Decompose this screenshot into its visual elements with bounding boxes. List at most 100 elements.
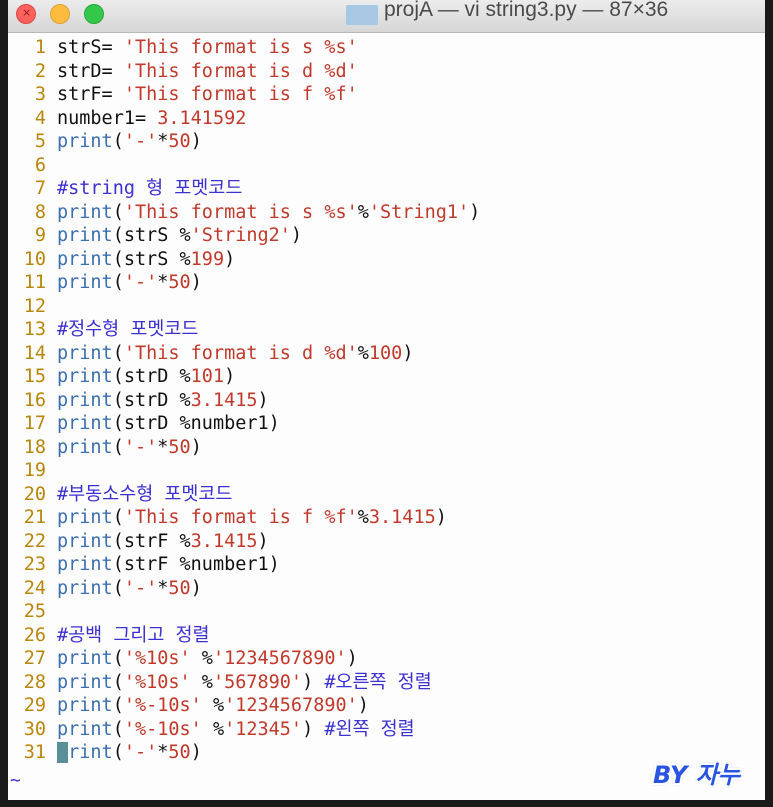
window-title: projA — vi string3.py — 87×36 (384, 0, 669, 21)
line-number: 21 (23, 507, 46, 528)
code-token: % (190, 671, 213, 693)
code-token: ) (190, 577, 202, 599)
line-number: 10 (23, 248, 46, 270)
code-token: #왼쪽 정렬 (324, 718, 415, 740)
code-text: print(strS %'String2') (57, 224, 302, 248)
line-number: 19 (23, 460, 46, 481)
code-token: ) (190, 272, 202, 293)
code-line[interactable]: 2 strD= 'This format is d %d' (8, 60, 765, 84)
close-button[interactable]: × (16, 4, 36, 24)
code-line[interactable]: 8 print('This format is s %s'%'String1') (8, 201, 765, 225)
code-token: print (57, 577, 113, 599)
code-token: ( (112, 742, 124, 763)
code-line[interactable]: 11 print('-'*50) (8, 271, 765, 295)
title-bar[interactable]: × projA — vi string3.py — 87×36 (8, 0, 765, 33)
line-number: 16 (23, 389, 46, 411)
line-number: 15 (23, 366, 46, 387)
code-text: print('%10s' %'1234567890') (57, 647, 358, 671)
code-line[interactable]: 19 (8, 459, 765, 483)
code-token: print (57, 695, 113, 716)
code-token: (strD % (112, 389, 191, 411)
text-cursor: p (57, 742, 69, 763)
code-line[interactable]: 26 #공백 그리고 정렬 (8, 624, 765, 648)
code-text: #정수형 포멧코드 (57, 318, 198, 342)
code-token: ) (190, 131, 202, 152)
code-text: strF= 'This format is f %f' (57, 83, 358, 107)
code-line[interactable]: 4 number1= 3.141592 (8, 107, 765, 131)
minimize-button[interactable] (50, 4, 70, 24)
code-token: print (57, 718, 113, 740)
code-text: print(strF %3.1415) (57, 530, 269, 554)
code-token: '-' (123, 436, 158, 458)
code-text: print('%-10s' %'12345') #왼쪽 정렬 (57, 718, 415, 742)
code-line[interactable]: 31 print('-'*50) (8, 741, 765, 765)
code-text: print('This format is s %s'%'String1') (57, 201, 480, 225)
line-number: 28 (23, 671, 46, 693)
code-token: print (57, 131, 113, 152)
code-token: '1234567890' (212, 648, 347, 669)
code-line[interactable]: 9 print(strS %'String2') (8, 224, 765, 248)
code-token: ) (224, 248, 236, 270)
code-text: print(strD %number1) (57, 412, 280, 436)
code-token: '%-10s' (123, 695, 202, 716)
code-token: '1234567890' (224, 695, 358, 716)
code-line[interactable]: 25 (8, 600, 765, 624)
code-token: print (57, 201, 113, 223)
code-line[interactable]: 10 print(strS %199) (8, 248, 765, 272)
code-token: 50 (168, 742, 191, 763)
code-token: ) (290, 225, 303, 246)
code-token: 'String1' (368, 201, 470, 223)
code-token: (strD % (112, 366, 191, 387)
code-line[interactable]: 13 #정수형 포멧코드 (8, 318, 765, 342)
code-token: '%10s' (123, 671, 191, 693)
code-token: * (157, 131, 169, 152)
code-token: (strS % (112, 248, 191, 270)
code-token: (strS % (112, 225, 191, 246)
line-number: 25 (23, 601, 46, 622)
code-line[interactable]: 1 strS= 'This format is s %s' (8, 36, 765, 60)
code-token: ( (112, 648, 124, 669)
code-token: print (57, 530, 113, 552)
code-token: % (357, 507, 369, 528)
code-token: ( (112, 342, 124, 364)
code-token: ( (112, 201, 124, 223)
code-line[interactable]: 7 #string 형 포멧코드 (8, 177, 765, 201)
code-text: print('This format is f %f'%3.1415) (57, 506, 447, 530)
code-token: print (57, 389, 113, 411)
code-line[interactable]: 16 print(strD %3.1415) (8, 389, 765, 413)
line-number: 26 (23, 624, 46, 646)
code-line[interactable]: 24 print('-'*50) (8, 577, 765, 601)
code-text: number1= 3.141592 (57, 107, 246, 131)
code-line[interactable]: 28 print('%10s' %'567890') #오른쪽 정렬 (8, 671, 765, 695)
code-token: ) (190, 436, 202, 458)
code-token: (strF %number1) (112, 554, 280, 575)
code-line[interactable]: 22 print(strF %3.1415) (8, 530, 765, 554)
code-text: print(strD %3.1415) (57, 389, 269, 413)
code-line[interactable]: 14 print('This format is d %d'%100) (8, 342, 765, 366)
code-line[interactable]: 12 (8, 295, 765, 319)
vi-editor[interactable]: 1 strS= 'This format is s %s' 2 strD= 'This… (8, 36, 765, 765)
code-line[interactable]: 5 print('-'*50) (8, 130, 765, 154)
line-number: 8 (34, 201, 46, 223)
maximize-button[interactable] (84, 4, 104, 24)
code-line[interactable]: 29 print('%-10s' %'1234567890') (8, 694, 765, 718)
code-token: ( (112, 436, 124, 458)
code-token: ( (112, 671, 124, 693)
code-line[interactable]: 30 print('%-10s' %'12345') #왼쪽 정렬 (8, 718, 765, 742)
code-line[interactable]: 20 #부동소수형 포멧코드 (8, 483, 765, 507)
line-number: 12 (23, 295, 46, 317)
code-line[interactable]: 3 strF= 'This format is f %f' (8, 83, 765, 107)
code-token: #공백 그리고 정렬 (57, 624, 210, 646)
line-number: 7 (34, 178, 46, 199)
code-token: * (157, 577, 169, 599)
code-line[interactable]: 17 print(strD %number1) (8, 412, 765, 436)
code-line[interactable]: 6 (8, 154, 765, 178)
code-token: ( (112, 718, 124, 740)
watermark-logo: BY 자누 (653, 761, 740, 789)
code-line[interactable]: 23 print(strF %number1) (8, 553, 765, 577)
code-line[interactable]: 15 print(strD %101) (8, 365, 765, 389)
code-line[interactable]: 27 print('%10s' %'1234567890') (8, 647, 765, 671)
code-token: ) (190, 742, 202, 763)
code-line[interactable]: 18 print('-'*50) (8, 436, 765, 460)
code-line[interactable]: 21 print('This format is f %f'%3.1415) (8, 506, 765, 530)
